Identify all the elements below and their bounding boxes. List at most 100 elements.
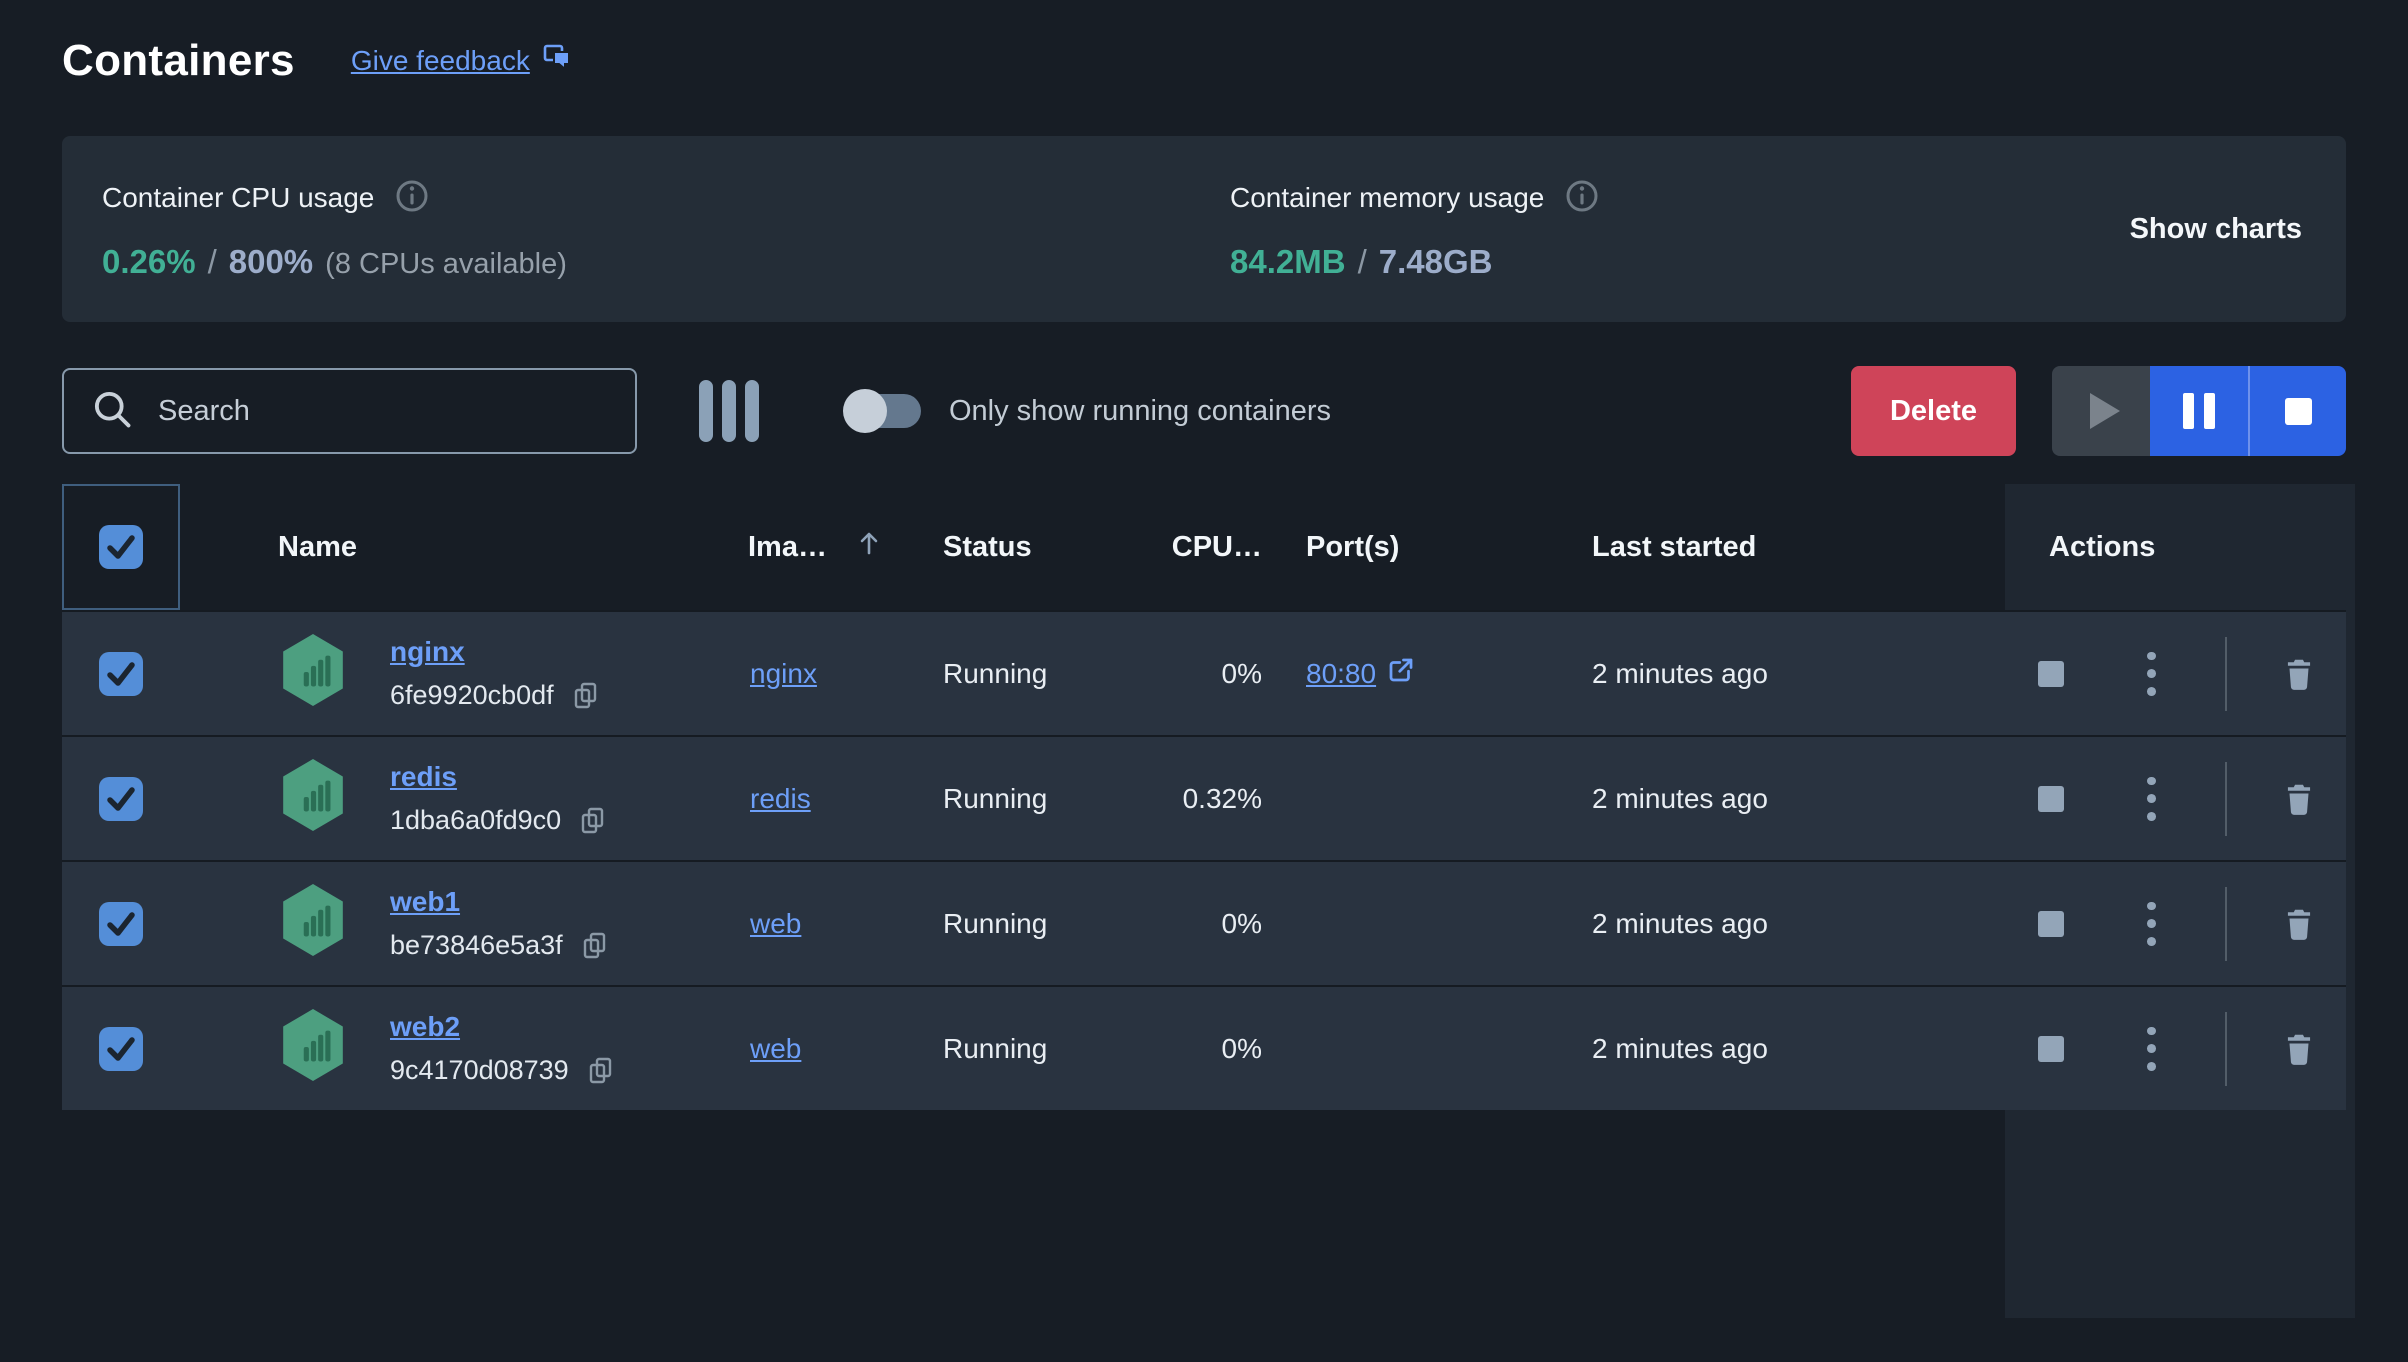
give-feedback-link[interactable]: Give feedback — [351, 42, 574, 81]
ports-cell — [1290, 862, 1520, 985]
container-hexagon-icon — [280, 633, 346, 714]
info-icon[interactable] — [394, 178, 430, 219]
copy-icon[interactable] — [570, 680, 602, 712]
column-header-cpu[interactable]: CPU… — [1055, 484, 1290, 610]
page-title: Containers — [62, 36, 295, 85]
image-link[interactable]: redis — [750, 783, 811, 815]
port-link[interactable]: 80:80 — [1306, 655, 1416, 692]
cpu-usage-label: Container CPU usage — [102, 182, 375, 213]
more-options-icon[interactable] — [2129, 901, 2173, 946]
cpu-value: 0% — [1221, 1032, 1262, 1064]
row-checkbox[interactable] — [99, 776, 143, 821]
memory-separator: / — [1357, 242, 1367, 280]
image-link[interactable]: nginx — [750, 658, 817, 690]
cpu-available-note: (8 CPUs available) — [325, 247, 567, 280]
container-name-link[interactable]: web2 — [390, 1011, 617, 1043]
more-options-icon[interactable] — [2129, 651, 2173, 696]
play-button[interactable] — [2052, 366, 2150, 456]
status-text: Running — [943, 657, 1048, 689]
feedback-chat-icon — [542, 42, 574, 81]
row-stop-button[interactable] — [2029, 902, 2073, 946]
last-started-text: 2 minutes ago — [1592, 657, 1768, 689]
cpu-usage-stat: Container CPU usage 0.26% / 800% (8 CPUs av… — [102, 178, 1230, 281]
last-started-text: 2 minutes ago — [1592, 782, 1768, 814]
search-icon — [90, 387, 134, 436]
row-stop-button[interactable] — [2029, 777, 2073, 821]
table-row[interactable]: nginx 6fe9920cb0df nginx Running 0% 80:8… — [62, 610, 2346, 735]
container-hexagon-icon — [280, 883, 346, 964]
column-header-actions: Actions — [2049, 530, 2156, 563]
trash-icon[interactable] — [2277, 902, 2321, 946]
column-header-status[interactable]: Status — [815, 484, 1055, 610]
pause-button[interactable] — [2150, 366, 2248, 456]
memory-usage-label: Container memory usage — [1230, 182, 1545, 213]
row-stop-button[interactable] — [2029, 652, 2073, 696]
container-hexagon-icon — [280, 758, 346, 839]
memory-total-value: 7.48GB — [1378, 242, 1493, 280]
containers-table-section: Name Ima… Status CPU… Port(s) Last start… — [62, 484, 2355, 1318]
pause-icon — [2183, 393, 2194, 429]
memory-used-value: 84.2MB — [1230, 242, 1346, 280]
container-id: be73846e5a3f — [390, 930, 563, 960]
column-header-last-started[interactable]: Last started — [1520, 484, 2005, 610]
container-name-link[interactable]: redis — [390, 761, 609, 793]
column-header-ports[interactable]: Port(s) — [1290, 484, 1520, 610]
row-checkbox[interactable] — [99, 651, 143, 696]
column-header-name[interactable]: Name — [180, 484, 600, 610]
table-row[interactable]: redis 1dba6a0fd9c0 redis Running 0.32% 2… — [62, 735, 2346, 860]
select-all-checkbox[interactable] — [99, 525, 143, 569]
give-feedback-label: Give feedback — [350, 45, 530, 76]
table-row[interactable]: web1 be73846e5a3f web Running 0% 2 minut… — [62, 860, 2346, 985]
title-row: Containers Give feedback — [62, 0, 2346, 86]
ports-cell — [1290, 987, 1520, 1110]
bulk-actions-group — [2052, 366, 2346, 456]
last-started-text: 2 minutes ago — [1592, 1032, 1768, 1064]
external-link-icon — [1386, 655, 1416, 692]
row-checkbox[interactable] — [99, 901, 143, 946]
status-text: Running — [943, 1032, 1048, 1064]
info-icon[interactable] — [1564, 178, 1600, 219]
delete-button[interactable]: Delete — [1851, 366, 2016, 456]
cpu-used-value: 0.26% — [102, 242, 196, 280]
stop-icon — [2284, 397, 2312, 425]
running-containers-toggle-label: Only show running containers — [949, 394, 1332, 427]
container-id: 1dba6a0fd9c0 — [390, 805, 562, 835]
cpu-separator: / — [207, 242, 217, 280]
row-stop-button[interactable] — [2029, 1027, 2073, 1071]
show-charts-button[interactable]: Show charts — [2130, 213, 2302, 246]
container-hexagon-icon — [280, 1008, 346, 1089]
stop-icon — [2038, 660, 2064, 687]
columns-icon[interactable] — [699, 380, 759, 442]
memory-usage-stat: Container memory usage 84.2MB / 7.48GB — [1230, 178, 1600, 281]
container-name-link[interactable]: nginx — [390, 636, 602, 668]
column-header-image[interactable]: Ima… — [600, 484, 878, 610]
trash-icon[interactable] — [2277, 652, 2321, 696]
toolbar: Only show running containers Delete — [62, 366, 2346, 456]
container-name-link[interactable]: web1 — [390, 886, 611, 918]
ports-cell — [1290, 737, 1520, 860]
image-link[interactable]: web — [750, 1033, 801, 1065]
table-body: nginx 6fe9920cb0df nginx Running 0% 80:8… — [62, 610, 2346, 1110]
containers-table: Name Ima… Status CPU… Port(s) Last start… — [62, 484, 2346, 1110]
trash-icon[interactable] — [2277, 1027, 2321, 1071]
search-input[interactable] — [158, 394, 609, 428]
select-all-cell — [62, 484, 180, 610]
stop-icon — [2038, 1035, 2064, 1062]
stop-button[interactable] — [2248, 366, 2346, 456]
container-id: 6fe9920cb0df — [390, 680, 554, 710]
containers-page: Containers Give feedback Container CPU u… — [0, 0, 2408, 1318]
search-box[interactable] — [62, 368, 637, 454]
status-text: Running — [943, 782, 1048, 814]
running-containers-toggle[interactable] — [843, 389, 921, 433]
container-id: 9c4170d08739 — [390, 1055, 569, 1085]
cpu-value: 0% — [1221, 657, 1262, 689]
more-options-icon[interactable] — [2129, 1026, 2173, 1071]
table-row[interactable]: web2 9c4170d08739 web Running 0% 2 minut… — [62, 985, 2346, 1110]
row-checkbox[interactable] — [99, 1026, 143, 1071]
more-options-icon[interactable] — [2129, 776, 2173, 821]
trash-icon[interactable] — [2277, 777, 2321, 821]
image-link[interactable]: web — [750, 908, 801, 940]
play-icon — [2090, 393, 2120, 429]
cpu-value: 0.32% — [1182, 782, 1262, 814]
cpu-total-value: 800% — [228, 242, 314, 280]
